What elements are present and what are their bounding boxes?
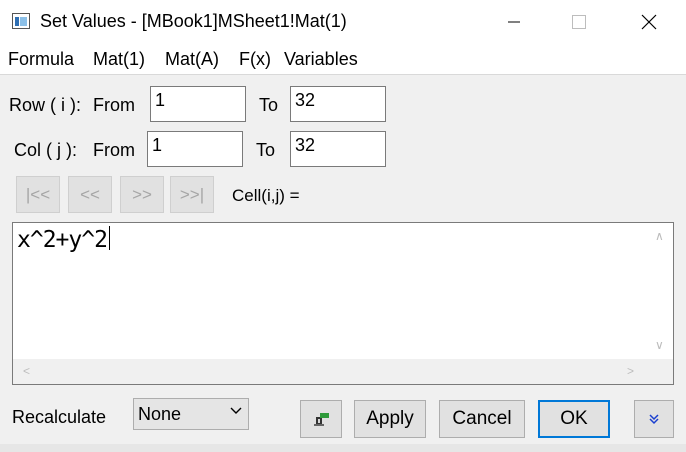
- recalculate-dropdown[interactable]: None: [133, 398, 249, 430]
- minimize-button[interactable]: [491, 0, 537, 44]
- ok-button[interactable]: OK: [538, 400, 610, 438]
- col-from-input[interactable]: 1: [147, 131, 243, 167]
- first-cell-button[interactable]: |<<: [16, 176, 60, 213]
- cell-label: Cell(i,j) =: [232, 186, 300, 205]
- row-to-input[interactable]: 32: [290, 86, 386, 122]
- title-bar: Set Values - [MBook1]MSheet1!Mat(1): [0, 0, 686, 44]
- col-to-input[interactable]: 32: [290, 131, 386, 167]
- minimize-icon: [508, 21, 520, 23]
- recalculate-value: None: [138, 404, 182, 424]
- menu-formula[interactable]: Formula: [8, 49, 74, 70]
- row-label: Row ( i ):: [9, 95, 81, 115]
- next-cell-button[interactable]: >>: [120, 176, 164, 213]
- apply-button[interactable]: Apply: [354, 400, 426, 438]
- cancel-button[interactable]: Cancel: [439, 400, 525, 438]
- col-from-label: From: [93, 140, 135, 160]
- window-bottom-edge: [0, 444, 686, 452]
- scroll-right-icon[interactable]: >: [627, 364, 634, 378]
- vertical-scrollbar[interactable]: ∧ ∨: [646, 223, 673, 360]
- recalculate-label: Recalculate: [12, 407, 107, 427]
- col-to-label: To: [256, 140, 276, 160]
- window-title: Set Values - [MBook1]MSheet1!Mat(1): [40, 11, 347, 31]
- formula-text[interactable]: x^2+y^2: [17, 226, 110, 253]
- maximize-icon: [572, 15, 586, 29]
- menu-bar: Formula Mat(1) Mat(A) F(x) Variables: [0, 44, 686, 75]
- last-cell-button[interactable]: >>|: [170, 176, 214, 213]
- formula-value: x^2+y^2: [17, 227, 108, 253]
- row-to-label: To: [259, 95, 279, 115]
- pin-button[interactable]: [300, 400, 342, 438]
- maximize-button[interactable]: [556, 0, 602, 44]
- row-from-input[interactable]: 1: [150, 86, 246, 122]
- scroll-left-icon[interactable]: <: [23, 364, 30, 378]
- pin-icon: [314, 413, 329, 426]
- horizontal-scrollbar[interactable]: < >: [13, 359, 647, 384]
- chevron-down-icon: [230, 407, 242, 414]
- scrollbar-corner: [646, 359, 673, 384]
- menu-variables[interactable]: Variables: [284, 49, 358, 70]
- double-chevron-down-icon: [649, 414, 659, 425]
- matrix-app-icon: [12, 13, 30, 29]
- scroll-up-icon[interactable]: ∧: [655, 229, 664, 243]
- close-button[interactable]: [626, 0, 672, 44]
- text-caret: [108, 226, 110, 250]
- menu-mata[interactable]: Mat(A): [165, 49, 219, 70]
- row-from-label: From: [93, 95, 135, 115]
- scroll-down-icon[interactable]: ∨: [655, 338, 664, 352]
- close-icon: [641, 14, 657, 30]
- menu-mat1[interactable]: Mat(1): [93, 49, 145, 70]
- col-label: Col ( j ):: [14, 140, 77, 160]
- previous-cell-button[interactable]: <<: [68, 176, 112, 213]
- expand-button[interactable]: [634, 400, 674, 438]
- menu-fx[interactable]: F(x): [239, 49, 271, 70]
- formula-editor[interactable]: x^2+y^2 ∧ ∨ < >: [12, 222, 674, 385]
